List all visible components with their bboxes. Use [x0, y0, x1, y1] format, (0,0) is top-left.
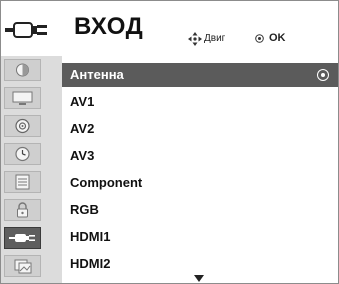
sidebar-item-lock[interactable] — [4, 199, 41, 221]
option-icon — [15, 174, 30, 190]
sidebar-item-sound[interactable] — [4, 115, 41, 137]
sidebar-item-picture[interactable] — [4, 59, 41, 81]
list-item-label: AV1 — [70, 94, 95, 109]
list-item-label: HDMI1 — [70, 229, 111, 244]
radio-selected-icon — [317, 69, 329, 81]
list-item-label: HDMI2 — [70, 256, 111, 271]
sidebar-item-time[interactable] — [4, 143, 41, 165]
list-item-label: Антенна — [70, 67, 124, 82]
list-item-av2[interactable]: AV2 — [62, 117, 338, 141]
sound-icon — [15, 118, 30, 134]
ok-hint-label: OK — [269, 32, 286, 44]
list-item-label: Component — [70, 175, 143, 190]
input-plug-icon — [9, 234, 35, 242]
picture-icon — [16, 63, 29, 77]
list-item-av3[interactable]: AV3 — [62, 144, 338, 168]
list-item-rgb[interactable]: RGB — [62, 198, 338, 222]
list-item-component[interactable]: Component — [62, 171, 338, 195]
move-hint-label: Двиг — [204, 33, 226, 44]
four-way-arrow-icon — [188, 32, 202, 46]
sidebar-item-screen[interactable] — [4, 87, 41, 109]
clock-icon — [15, 146, 30, 162]
scroll-down-arrow-icon[interactable] — [194, 275, 204, 282]
list-item-av1[interactable]: AV1 — [62, 90, 338, 114]
menu-header: ВХОД Двиг OK — [1, 1, 338, 56]
input-source-list: Антенна AV1 AV2 AV3 Component RGB HDMI1 … — [62, 56, 338, 283]
ok-circle-icon — [255, 34, 264, 43]
sidebar-item-usb[interactable] — [4, 255, 41, 277]
list-item-hdmi1[interactable]: HDMI1 — [62, 225, 338, 249]
sidebar-item-option[interactable] — [4, 171, 41, 193]
list-item-label: AV2 — [70, 121, 95, 136]
category-sidebar — [1, 56, 62, 283]
list-item-label: RGB — [70, 202, 99, 217]
list-item-hdmi2[interactable]: HDMI2 — [62, 252, 338, 276]
list-item-label: AV3 — [70, 148, 95, 163]
input-plug-icon — [5, 22, 47, 38]
list-item-antenna[interactable]: Антенна — [62, 63, 338, 87]
sidebar-item-input[interactable] — [4, 227, 41, 249]
lock-icon — [17, 202, 28, 218]
input-menu-osd: ВХОД Двиг OK Антенна AV1 AV2 AV3 Compone… — [0, 0, 339, 284]
screen-icon — [12, 91, 33, 105]
usb-photo-icon — [14, 259, 32, 274]
page-title: ВХОД — [74, 13, 144, 40]
